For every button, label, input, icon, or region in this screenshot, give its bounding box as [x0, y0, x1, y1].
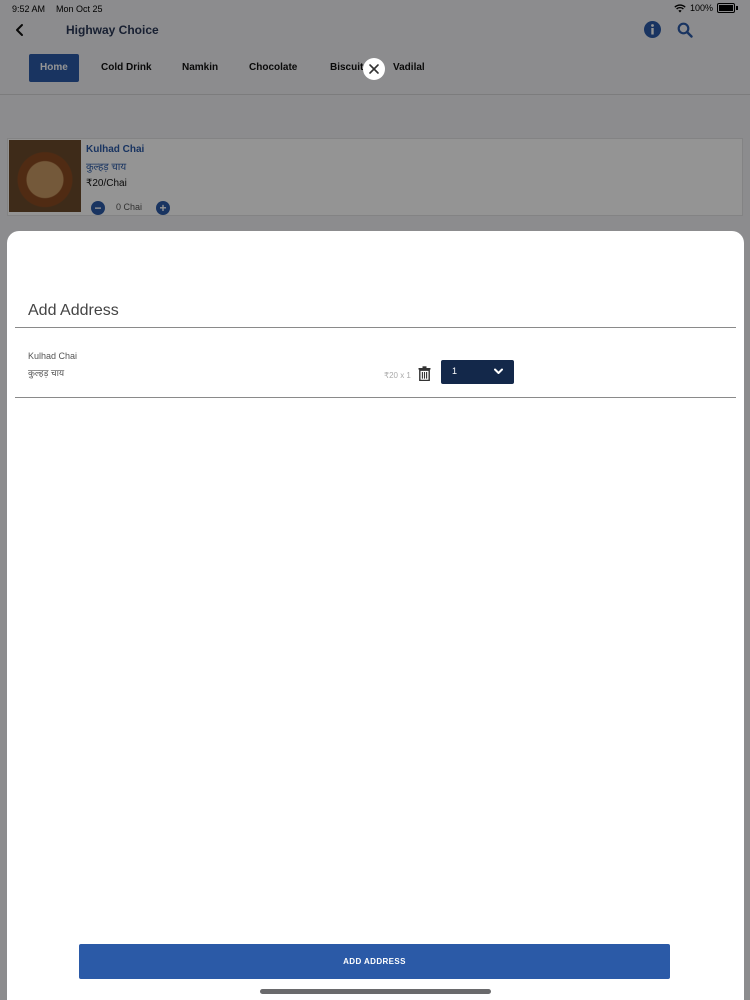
add-address-button[interactable]: ADD ADDRESS — [79, 944, 670, 979]
sheet-title: Add Address — [28, 302, 119, 319]
quantity-value: 1 — [452, 366, 458, 376]
chevron-down-icon — [494, 368, 503, 374]
home-indicator — [260, 989, 491, 994]
trash-icon[interactable] — [418, 366, 431, 381]
title-divider — [15, 327, 736, 328]
quantity-select[interactable]: 1 — [441, 360, 514, 384]
close-button[interactable] — [363, 58, 385, 80]
address-sheet: Add Address Kulhad Chai कुल्हड़ चाय ₹20 … — [7, 231, 744, 1000]
close-icon — [369, 64, 379, 74]
cart-item-price: ₹20 x 1 — [384, 371, 411, 380]
item-divider — [15, 397, 736, 398]
cart-item-name: Kulhad Chai — [28, 351, 78, 361]
cart-item-name-hindi: कुल्हड़ चाय — [28, 368, 65, 378]
